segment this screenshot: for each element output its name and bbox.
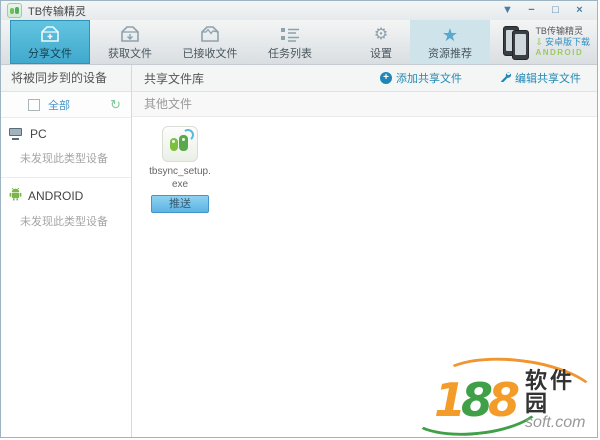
tab-label: 分享文件	[28, 45, 72, 61]
download-icon: ⇩	[535, 37, 543, 48]
app-window: TB传输精灵 ▼ − □ × 分享文件 获取文件 已接收文件	[0, 0, 598, 438]
refresh-icon[interactable]: ↻	[110, 98, 121, 111]
site-watermark-logo: 188 软件园 soft.com	[420, 363, 594, 437]
device-group-android[interactable]: ANDROID 未发现此类型设备	[1, 178, 131, 240]
device-group-status: 未发现此类型设备	[9, 213, 131, 229]
star-icon: ★	[442, 24, 458, 43]
tab-label: 任务列表	[268, 45, 312, 61]
tab-share-files[interactable]: 分享文件	[10, 20, 90, 64]
window-title: TB传输精灵	[28, 3, 86, 19]
device-group-pc[interactable]: PC 未发现此类型设备	[1, 118, 131, 178]
menu-dropdown-icon[interactable]: ▼	[500, 3, 515, 18]
device-group-name: PC	[30, 127, 47, 141]
task-list-icon	[280, 24, 300, 43]
file-item[interactable]: tbsync_setup.exe 推送	[146, 126, 214, 213]
received-box-icon	[199, 24, 221, 43]
tab-settings[interactable]: ⚙ 设置	[352, 20, 410, 64]
wrench-icon	[500, 71, 511, 85]
gear-icon: ⚙	[374, 24, 388, 43]
get-box-icon	[119, 24, 141, 43]
logo-number: 188	[434, 370, 515, 430]
logo-site-name-en: soft.com	[525, 415, 594, 432]
add-circle-icon: +	[380, 72, 392, 84]
file-name: tbsync_setup.exe	[147, 165, 213, 191]
share-box-icon	[39, 24, 61, 43]
tab-resource-recommend[interactable]: ★ 资源推荐	[410, 20, 490, 64]
select-all-label[interactable]: 全部	[48, 97, 70, 113]
android-robot-icon	[9, 187, 22, 204]
tab-get-files[interactable]: 获取文件	[90, 20, 170, 64]
title-bar: TB传输精灵 ▼ − □ ×	[1, 1, 597, 20]
device-group-name: ANDROID	[28, 189, 83, 203]
devices-sidebar: 将被同步到的设备 全部 ↻ PC 未发现此类型设备 ANDROID	[1, 65, 132, 438]
close-icon[interactable]: ×	[572, 3, 587, 18]
android-download-promo[interactable]: TB传输精灵 ⇩安卓版下载 ANDROID	[503, 20, 597, 64]
maximize-icon[interactable]: □	[548, 3, 563, 18]
tab-label: 获取文件	[108, 45, 152, 61]
tab-label: 已接收文件	[183, 45, 238, 61]
tab-label: 资源推荐	[428, 45, 472, 61]
toolbar-spacer	[330, 20, 352, 64]
tab-received-files[interactable]: 已接收文件	[170, 20, 250, 64]
phones-icon	[503, 25, 530, 59]
select-all-row: 全部 ↻	[1, 92, 131, 118]
edit-shared-file-button[interactable]: 编辑共享文件	[500, 70, 581, 86]
logo-site-name-cn: 软件园	[525, 369, 594, 415]
android-download-link[interactable]: ⇩安卓版下载	[535, 37, 590, 48]
library-title: 共享文件库	[144, 70, 204, 87]
other-files-section-header: 其他文件	[132, 92, 597, 117]
exe-file-icon	[162, 126, 198, 162]
device-group-status: 未发现此类型设备	[9, 150, 131, 166]
pc-monitor-icon	[9, 128, 24, 140]
main-toolbar: 分享文件 获取文件 已接收文件 任务列表 ⚙ 设置 ★	[1, 20, 597, 65]
sidebar-header: 将被同步到的设备	[1, 65, 131, 92]
select-all-checkbox[interactable]	[28, 99, 40, 111]
push-button[interactable]: 推送	[151, 195, 209, 213]
logo-orange-swoosh	[433, 349, 598, 433]
minimize-icon[interactable]: −	[524, 3, 539, 18]
window-controls: ▼ − □ ×	[500, 3, 587, 18]
tab-task-list[interactable]: 任务列表	[250, 20, 330, 64]
file-grid: tbsync_setup.exe 推送	[132, 117, 597, 222]
logo-green-swoosh	[406, 374, 547, 438]
tab-label: 设置	[370, 45, 392, 61]
android-brand-text: ANDROID	[535, 48, 590, 58]
shared-library-panel: 共享文件库 + 添加共享文件 编辑共享文件 其他文件	[132, 65, 597, 438]
library-header: 共享文件库 + 添加共享文件 编辑共享文件	[132, 65, 597, 92]
app-logo-icon	[7, 3, 22, 18]
promo-title: TB传输精灵	[535, 26, 590, 37]
add-shared-file-button[interactable]: + 添加共享文件	[380, 70, 462, 86]
